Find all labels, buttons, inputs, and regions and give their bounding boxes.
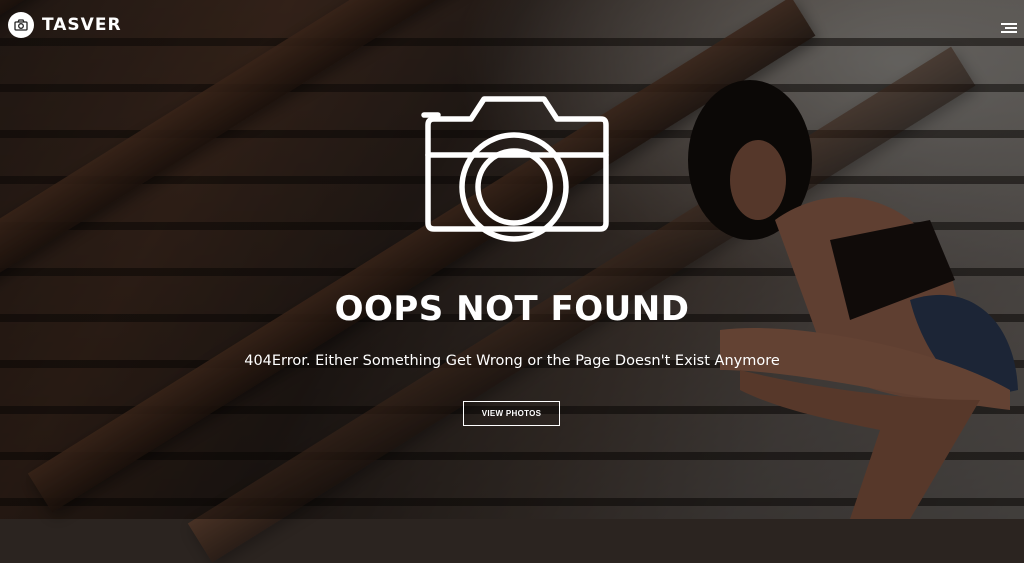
brand-name: TASVER: [42, 15, 122, 35]
error-message: 404Error. Either Something Get Wrong or …: [244, 353, 780, 369]
camera-icon: [8, 12, 34, 38]
page-title: OOPS NOT FOUND: [334, 289, 690, 329]
camera-icon: [421, 96, 609, 242]
dark-overlay: [0, 0, 1024, 519]
hamburger-menu-icon[interactable]: [1001, 23, 1017, 35]
view-photos-button[interactable]: VIEW PHOTOS: [463, 401, 560, 426]
brand-logo[interactable]: TASVER: [8, 12, 122, 38]
